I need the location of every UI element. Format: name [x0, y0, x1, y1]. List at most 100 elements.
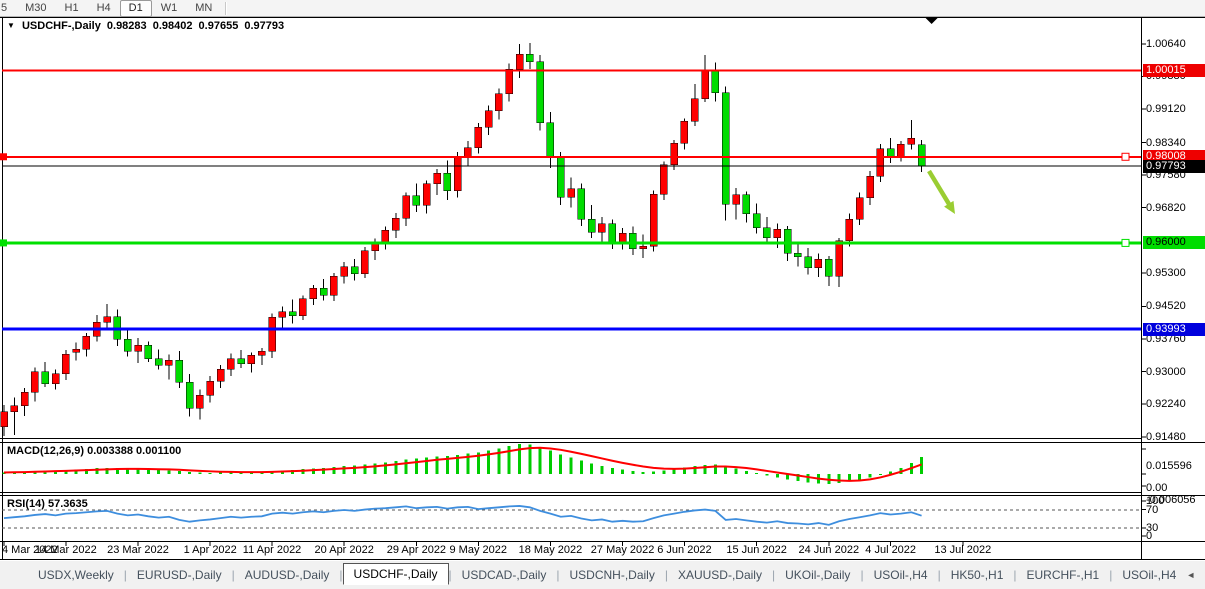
- tab-scroll-left-icon[interactable]: ◄: [1186, 570, 1195, 580]
- candle-body: [413, 196, 420, 205]
- candle-body: [403, 196, 410, 218]
- candle-body: [640, 246, 647, 249]
- candle-body: [774, 229, 781, 238]
- level-handle-right[interactable]: [1122, 239, 1129, 246]
- candle-body: [805, 257, 812, 268]
- macd-histogram-bar: [755, 473, 758, 474]
- candle-body: [258, 351, 265, 355]
- macd-axis-label: 0.00: [1146, 482, 1167, 494]
- macd-histogram-bar: [209, 473, 212, 474]
- time-axis-label: 14 Mar 2022: [35, 544, 97, 556]
- quote-open: 0.98283: [107, 20, 147, 32]
- candle-body: [62, 354, 69, 373]
- candle-body: [73, 349, 80, 352]
- macd-histogram-bar: [735, 469, 738, 474]
- candle-body: [83, 336, 90, 349]
- candle-body: [660, 165, 667, 194]
- candle-body: [42, 372, 49, 384]
- time-axis-label: 29 Apr 2022: [387, 544, 446, 556]
- price-axis-label: 0.94520: [1146, 300, 1186, 312]
- macd-histogram-bar: [611, 468, 614, 474]
- macd-histogram-bar: [621, 469, 624, 474]
- time-axis-label: 11 Apr 2022: [243, 544, 302, 556]
- candle-body: [671, 143, 678, 164]
- quote-high: 0.98402: [153, 20, 193, 32]
- candle-body: [722, 93, 729, 205]
- candle-body: [753, 214, 760, 228]
- candle-body: [310, 288, 317, 298]
- price-axis-badge: 0.97793: [1143, 160, 1205, 173]
- price-axis-label: 0.98340: [1146, 137, 1186, 149]
- level-handle-left[interactable]: [0, 153, 7, 160]
- candle-body: [475, 127, 482, 148]
- macd-histogram-bar: [374, 463, 377, 474]
- time-axis-label: 4 Jul 2022: [865, 544, 916, 556]
- candle-body: [578, 189, 585, 219]
- candle-body: [629, 233, 636, 248]
- tab-usdchf-daily[interactable]: USDCHF-,Daily: [343, 563, 449, 585]
- tab-usoil-h4[interactable]: USOil-,H4: [1112, 566, 1186, 584]
- macd-histogram-bar: [394, 461, 397, 474]
- time-axis-label: 9 May 2022: [450, 544, 507, 556]
- candle-body: [279, 312, 286, 318]
- candle-body: [506, 69, 513, 93]
- level-handle-right[interactable]: [1122, 153, 1129, 160]
- candle-body: [464, 148, 471, 157]
- macd-histogram-bar: [704, 465, 707, 474]
- price-axis-badge: 1.00015: [1143, 64, 1205, 77]
- macd-histogram-bar: [167, 470, 170, 474]
- candle-body: [526, 54, 533, 62]
- candle-body: [248, 355, 255, 364]
- macd-histogram-bar: [879, 474, 882, 475]
- candle-body: [609, 224, 616, 244]
- candle-body: [794, 253, 801, 256]
- tab-xauusd-daily[interactable]: XAUUSD-,Daily: [668, 566, 772, 584]
- time-axis-label: 1 Apr 2022: [184, 544, 237, 556]
- candle-body: [763, 228, 770, 238]
- level-handle-left[interactable]: [0, 239, 7, 246]
- candle-body: [650, 194, 657, 246]
- symbol-tab-bar: USDX,Weekly|EURUSD-,Daily|AUDUSD-,Daily|…: [0, 561, 1205, 589]
- macd-histogram-bar: [549, 451, 552, 474]
- time-axis-label: 24 Jun 2022: [799, 544, 860, 556]
- tab-usoil-h4[interactable]: USOil-,H4: [864, 566, 938, 584]
- tab-eurusd-daily[interactable]: EURUSD-,Daily: [127, 566, 232, 584]
- quote-close: 0.97793: [244, 20, 284, 32]
- tab-ukoil-daily[interactable]: UKOil-,Daily: [775, 566, 860, 584]
- candle-body: [434, 173, 441, 183]
- tab-eurchf-h1[interactable]: EURCHF-,H1: [1017, 566, 1110, 584]
- symbol-marker-icon: ▼: [7, 21, 15, 30]
- tab-hk50-h1[interactable]: HK50-,H1: [941, 566, 1014, 584]
- tab-audusd-daily[interactable]: AUDUSD-,Daily: [235, 566, 340, 584]
- candle-body: [444, 173, 451, 190]
- chart-panel[interactable]: ▼ USDCHF-,Daily 0.98283 0.98402 0.97655 …: [0, 17, 1205, 562]
- macd-histogram-bar: [384, 462, 387, 474]
- candle-body: [11, 406, 18, 412]
- macd-label: MACD(12,26,9) 0.003388 0.001100: [7, 445, 181, 457]
- candle-body: [825, 259, 832, 276]
- price-chart-canvas[interactable]: [0, 0, 1205, 562]
- chart-title: ▼ USDCHF-,Daily 0.98283 0.98402 0.97655 …: [7, 20, 287, 32]
- candle-body: [124, 339, 131, 351]
- down-arrow-annotation[interactable]: [929, 171, 950, 206]
- candle-body: [691, 99, 698, 121]
- candle-body: [568, 189, 575, 198]
- price-axis-label: 0.92240: [1146, 398, 1186, 410]
- macd-histogram-bar: [642, 472, 645, 474]
- price-axis-label: 0.99120: [1146, 103, 1186, 115]
- macd-histogram-bar: [157, 470, 160, 474]
- tab-usdcad-daily[interactable]: USDCAD-,Daily: [452, 566, 557, 584]
- candle-body: [52, 374, 59, 384]
- time-axis-label: 6 Jun 2022: [657, 544, 711, 556]
- candle-body: [1, 412, 8, 427]
- tab-usdx-weekly[interactable]: USDX,Weekly: [28, 566, 124, 584]
- tab-usdcnh-daily[interactable]: USDCNH-,Daily: [559, 566, 664, 584]
- macd-histogram-bar: [745, 471, 748, 474]
- price-axis-label: 0.91480: [1146, 431, 1186, 443]
- candle-body: [351, 267, 358, 274]
- tab-scroll-buttons: ◄►: [1186, 570, 1205, 580]
- macd-histogram-bar: [363, 465, 366, 474]
- candle-body: [155, 359, 162, 365]
- candle-body: [887, 149, 894, 157]
- candle-body: [31, 372, 38, 393]
